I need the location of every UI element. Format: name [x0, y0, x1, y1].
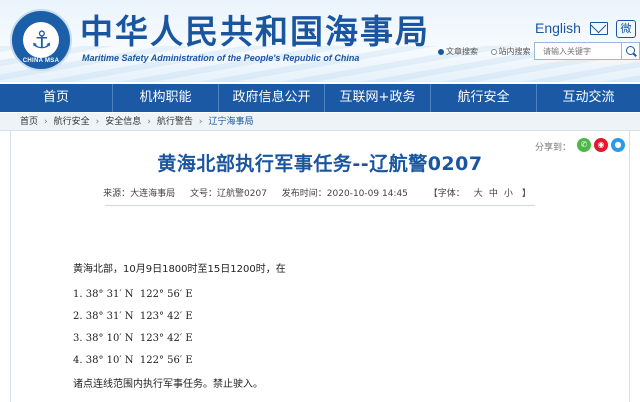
breadcrumb-home[interactable]: 首页: [20, 117, 38, 127]
coordinate-point: 2. 38° 31′ N 123° 42′ E: [73, 311, 193, 322]
main-nav: 首页 机构职能 政府信息公开 互联网+政务 航行安全 互动交流: [0, 84, 640, 112]
article-intro: 黄海北部，10月9日1800时至15日1200时，在: [73, 264, 286, 275]
site-title: 中华人民共和国海事局: [80, 12, 430, 51]
font-size-bracket-close: 】: [521, 189, 531, 199]
logo-emblem: ⚓: [23, 22, 59, 58]
article-closing: 诸点连线范围内执行军事任务。禁止驶入。: [73, 379, 263, 390]
meta-source: 来源：大连海事局: [103, 189, 176, 199]
radio-unselected-icon: [490, 48, 497, 55]
search-input[interactable]: [534, 42, 622, 60]
font-size-label: 【字体：: [428, 189, 465, 199]
coordinate-point: 4. 38° 10′ N 122° 56′ E: [73, 355, 193, 366]
search-option-label: 站内搜索: [498, 47, 531, 56]
search-option-site[interactable]: 站内搜索: [490, 46, 531, 57]
coordinate-point: 3. 38° 10′ N 123° 42′ E: [73, 333, 193, 344]
search-option-label: 文章搜索: [446, 47, 478, 56]
article-meta: 来源：大连海事局 文号：辽航警0207 发布时间：2020-10-09 14:4…: [0, 186, 640, 199]
logo-text: CHINA MSA: [22, 58, 60, 64]
weibo-icon[interactable]: 微: [616, 20, 636, 38]
article-title: 黄海北部执行军事任务--辽航警0207: [157, 153, 483, 175]
breadcrumb-separator: ›: [95, 117, 100, 127]
breadcrumb-liaoning-msa[interactable]: 辽宁海事局: [209, 117, 254, 127]
meta-date: 发布时间：2020-10-09 14:45: [281, 189, 408, 199]
font-size-control: 【字体： 大中小】: [423, 189, 537, 199]
site-subtitle: Maritime Safety Administration of the Pe…: [82, 53, 360, 63]
font-size-large[interactable]: 大: [474, 189, 483, 199]
search-option-articles[interactable]: 文章搜索: [438, 46, 478, 57]
nav-item-home[interactable]: 首页: [0, 84, 113, 112]
search-options: 文章搜索 站内搜索: [438, 46, 541, 57]
radio-selected-icon: [438, 48, 444, 55]
meta-divider: [105, 205, 535, 206]
search-button[interactable]: [621, 42, 640, 60]
breadcrumb-safety-info[interactable]: 安全信息: [105, 117, 141, 127]
breadcrumb: 首页 › 航行安全 › 安全信息 › 航行警告 › 辽宁海事局: [0, 113, 640, 131]
breadcrumb-separator: ›: [147, 117, 151, 127]
breadcrumb-navigation-safety[interactable]: 航行安全: [54, 117, 90, 127]
nav-item-functions[interactable]: 机构职能: [113, 84, 219, 112]
anchor-icon: ⚓: [31, 26, 53, 54]
mail-icon[interactable]: [590, 22, 608, 35]
nav-item-interaction[interactable]: 互动交流: [537, 84, 640, 112]
font-size-small[interactable]: 小: [504, 189, 513, 199]
nav-item-navigation-safety[interactable]: 航行安全: [431, 84, 537, 112]
font-size-medium[interactable]: 中: [489, 189, 498, 199]
meta-doc-number: 文号：辽航警0207: [190, 189, 267, 199]
coordinate-point: 1. 38° 31′ N 122° 56′ E: [73, 289, 193, 300]
nav-item-gov-info[interactable]: 政府信息公开: [219, 84, 325, 112]
breadcrumb-separator: ›: [198, 117, 203, 127]
english-link[interactable]: English: [535, 20, 581, 36]
breadcrumb-nav-warnings[interactable]: 航行警告: [157, 117, 193, 127]
nav-item-internet-gov[interactable]: 互联网+政务: [325, 84, 431, 112]
breadcrumb-separator: ›: [44, 117, 48, 127]
msa-logo[interactable]: ⚓ CHINA MSA: [10, 9, 72, 71]
